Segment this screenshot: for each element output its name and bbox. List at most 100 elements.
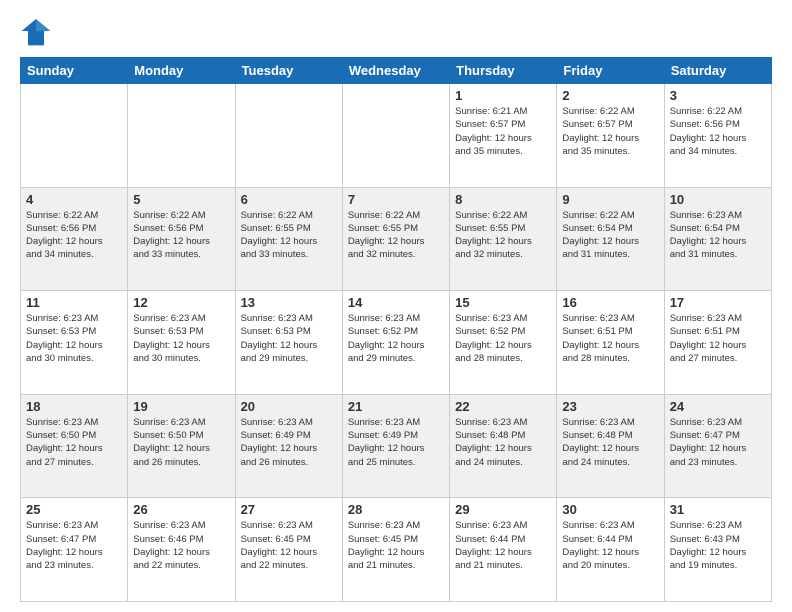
- calendar-cell: 27 Sunrise: 6:23 AM Sunset: 6:45 PM Dayli…: [235, 498, 342, 602]
- day-info: Sunrise: 6:22 AM Sunset: 6:55 PM Dayligh…: [348, 209, 444, 262]
- day-info: Sunrise: 6:23 AM Sunset: 6:53 PM Dayligh…: [26, 312, 122, 365]
- calendar-header-thursday: Thursday: [450, 58, 557, 84]
- day-info: Sunrise: 6:23 AM Sunset: 6:51 PM Dayligh…: [562, 312, 658, 365]
- calendar-cell: 31 Sunrise: 6:23 AM Sunset: 6:43 PM Dayli…: [664, 498, 771, 602]
- calendar-header-friday: Friday: [557, 58, 664, 84]
- calendar-cell: [342, 84, 449, 188]
- calendar-cell: 9 Sunrise: 6:22 AM Sunset: 6:54 PM Daylig…: [557, 187, 664, 291]
- logo: [20, 15, 54, 47]
- day-number: 7: [348, 192, 444, 207]
- day-info: Sunrise: 6:23 AM Sunset: 6:47 PM Dayligh…: [26, 519, 122, 572]
- day-info: Sunrise: 6:23 AM Sunset: 6:49 PM Dayligh…: [241, 416, 337, 469]
- calendar-cell: 19 Sunrise: 6:23 AM Sunset: 6:50 PM Dayli…: [128, 394, 235, 498]
- calendar-header-row: SundayMondayTuesdayWednesdayThursdayFrid…: [21, 58, 772, 84]
- calendar-cell: [21, 84, 128, 188]
- day-info: Sunrise: 6:23 AM Sunset: 6:48 PM Dayligh…: [562, 416, 658, 469]
- day-number: 13: [241, 295, 337, 310]
- calendar-header-wednesday: Wednesday: [342, 58, 449, 84]
- day-info: Sunrise: 6:22 AM Sunset: 6:57 PM Dayligh…: [562, 105, 658, 158]
- calendar-cell: 17 Sunrise: 6:23 AM Sunset: 6:51 PM Dayli…: [664, 291, 771, 395]
- logo-icon: [20, 15, 52, 47]
- day-number: 11: [26, 295, 122, 310]
- day-number: 12: [133, 295, 229, 310]
- day-info: Sunrise: 6:23 AM Sunset: 6:52 PM Dayligh…: [348, 312, 444, 365]
- day-number: 15: [455, 295, 551, 310]
- day-number: 17: [670, 295, 766, 310]
- day-info: Sunrise: 6:23 AM Sunset: 6:51 PM Dayligh…: [670, 312, 766, 365]
- calendar-cell: [128, 84, 235, 188]
- calendar-cell: 3 Sunrise: 6:22 AM Sunset: 6:56 PM Daylig…: [664, 84, 771, 188]
- calendar-cell: 14 Sunrise: 6:23 AM Sunset: 6:52 PM Dayli…: [342, 291, 449, 395]
- day-info: Sunrise: 6:23 AM Sunset: 6:48 PM Dayligh…: [455, 416, 551, 469]
- day-number: 29: [455, 502, 551, 517]
- day-number: 4: [26, 192, 122, 207]
- calendar-cell: 18Sunrise: 6:23 AM Sunset: 6:50 PM Dayli…: [21, 394, 128, 498]
- calendar-table: SundayMondayTuesdayWednesdayThursdayFrid…: [20, 57, 772, 602]
- calendar-header-monday: Monday: [128, 58, 235, 84]
- calendar-cell: 29 Sunrise: 6:23 AM Sunset: 6:44 PM Dayli…: [450, 498, 557, 602]
- day-info: Sunrise: 6:23 AM Sunset: 6:54 PM Dayligh…: [670, 209, 766, 262]
- day-info: Sunrise: 6:23 AM Sunset: 6:53 PM Dayligh…: [133, 312, 229, 365]
- day-number: 28: [348, 502, 444, 517]
- calendar-cell: 22Sunrise: 6:23 AM Sunset: 6:48 PM Dayli…: [450, 394, 557, 498]
- day-info: Sunrise: 6:23 AM Sunset: 6:49 PM Dayligh…: [348, 416, 444, 469]
- day-info: Sunrise: 6:23 AM Sunset: 6:47 PM Dayligh…: [670, 416, 766, 469]
- day-number: 21: [348, 399, 444, 414]
- calendar-cell: 8 Sunrise: 6:22 AM Sunset: 6:55 PM Daylig…: [450, 187, 557, 291]
- calendar-cell: 12 Sunrise: 6:23 AM Sunset: 6:53 PM Dayli…: [128, 291, 235, 395]
- calendar-cell: 1Sunrise: 6:21 AM Sunset: 6:57 PM Daylig…: [450, 84, 557, 188]
- calendar-cell: 20 Sunrise: 6:23 AM Sunset: 6:49 PM Dayli…: [235, 394, 342, 498]
- day-info: Sunrise: 6:23 AM Sunset: 6:52 PM Dayligh…: [455, 312, 551, 365]
- day-number: 10: [670, 192, 766, 207]
- day-number: 30: [562, 502, 658, 517]
- day-number: 26: [133, 502, 229, 517]
- day-number: 9: [562, 192, 658, 207]
- calendar-cell: 13Sunrise: 6:23 AM Sunset: 6:53 PM Dayli…: [235, 291, 342, 395]
- calendar-cell: 2Sunrise: 6:22 AM Sunset: 6:57 PM Daylig…: [557, 84, 664, 188]
- calendar-header-tuesday: Tuesday: [235, 58, 342, 84]
- day-info: Sunrise: 6:22 AM Sunset: 6:54 PM Dayligh…: [562, 209, 658, 262]
- day-number: 20: [241, 399, 337, 414]
- day-number: 6: [241, 192, 337, 207]
- day-info: Sunrise: 6:23 AM Sunset: 6:45 PM Dayligh…: [241, 519, 337, 572]
- calendar-header-saturday: Saturday: [664, 58, 771, 84]
- calendar-cell: 16 Sunrise: 6:23 AM Sunset: 6:51 PM Dayli…: [557, 291, 664, 395]
- calendar-cell: 6Sunrise: 6:22 AM Sunset: 6:55 PM Daylig…: [235, 187, 342, 291]
- day-info: Sunrise: 6:23 AM Sunset: 6:44 PM Dayligh…: [455, 519, 551, 572]
- day-number: 23: [562, 399, 658, 414]
- calendar-week-2: 4 Sunrise: 6:22 AM Sunset: 6:56 PM Daylig…: [21, 187, 772, 291]
- page: SundayMondayTuesdayWednesdayThursdayFrid…: [0, 0, 792, 612]
- day-number: 18: [26, 399, 122, 414]
- day-number: 3: [670, 88, 766, 103]
- calendar-cell: 10 Sunrise: 6:23 AM Sunset: 6:54 PM Dayli…: [664, 187, 771, 291]
- day-number: 27: [241, 502, 337, 517]
- calendar-cell: 30 Sunrise: 6:23 AM Sunset: 6:44 PM Dayli…: [557, 498, 664, 602]
- day-number: 24: [670, 399, 766, 414]
- header: [20, 15, 772, 47]
- calendar-cell: 11 Sunrise: 6:23 AM Sunset: 6:53 PM Dayli…: [21, 291, 128, 395]
- day-info: Sunrise: 6:22 AM Sunset: 6:56 PM Dayligh…: [670, 105, 766, 158]
- calendar-cell: 26 Sunrise: 6:23 AM Sunset: 6:46 PM Dayli…: [128, 498, 235, 602]
- day-info: Sunrise: 6:22 AM Sunset: 6:55 PM Dayligh…: [455, 209, 551, 262]
- day-info: Sunrise: 6:23 AM Sunset: 6:46 PM Dayligh…: [133, 519, 229, 572]
- calendar-header-sunday: Sunday: [21, 58, 128, 84]
- day-info: Sunrise: 6:23 AM Sunset: 6:44 PM Dayligh…: [562, 519, 658, 572]
- day-number: 25: [26, 502, 122, 517]
- day-number: 14: [348, 295, 444, 310]
- day-info: Sunrise: 6:22 AM Sunset: 6:56 PM Dayligh…: [26, 209, 122, 262]
- day-info: Sunrise: 6:22 AM Sunset: 6:56 PM Dayligh…: [133, 209, 229, 262]
- calendar-week-1: 1Sunrise: 6:21 AM Sunset: 6:57 PM Daylig…: [21, 84, 772, 188]
- calendar-cell: 4 Sunrise: 6:22 AM Sunset: 6:56 PM Daylig…: [21, 187, 128, 291]
- day-number: 31: [670, 502, 766, 517]
- day-number: 1: [455, 88, 551, 103]
- calendar-cell: 5Sunrise: 6:22 AM Sunset: 6:56 PM Daylig…: [128, 187, 235, 291]
- day-number: 16: [562, 295, 658, 310]
- day-info: Sunrise: 6:23 AM Sunset: 6:50 PM Dayligh…: [133, 416, 229, 469]
- day-number: 19: [133, 399, 229, 414]
- calendar-cell: 28Sunrise: 6:23 AM Sunset: 6:45 PM Dayli…: [342, 498, 449, 602]
- calendar-week-3: 11 Sunrise: 6:23 AM Sunset: 6:53 PM Dayli…: [21, 291, 772, 395]
- calendar-cell: 23 Sunrise: 6:23 AM Sunset: 6:48 PM Dayli…: [557, 394, 664, 498]
- calendar-cell: [235, 84, 342, 188]
- day-info: Sunrise: 6:23 AM Sunset: 6:43 PM Dayligh…: [670, 519, 766, 572]
- day-number: 8: [455, 192, 551, 207]
